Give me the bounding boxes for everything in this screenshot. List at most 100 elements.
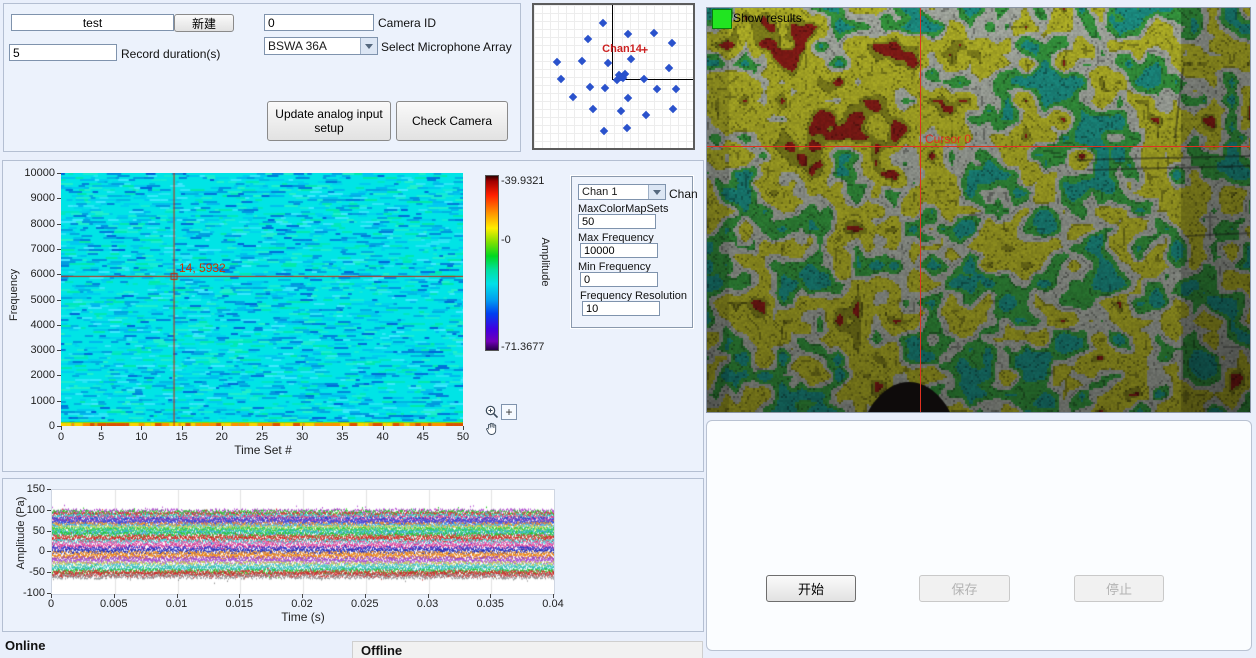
- axis-tick-mark: [101, 426, 102, 430]
- camera-image[interactable]: [707, 8, 1250, 412]
- axis-tick-label: 10: [123, 431, 159, 443]
- axis-tick-mark: [428, 594, 429, 598]
- min-frequency-input[interactable]: [580, 272, 658, 287]
- axis-tick-label: 0.005: [92, 598, 136, 610]
- axis-tick-label: 0: [5, 545, 45, 557]
- mic-position-dot: [553, 58, 561, 66]
- waveform-plot[interactable]: [51, 489, 555, 595]
- axis-tick-label: 4000: [9, 319, 55, 331]
- mic-position-dot: [671, 85, 679, 93]
- axis-tick-mark: [57, 375, 61, 376]
- axis-tick-mark: [57, 300, 61, 301]
- axis-tick-label: 0.04: [531, 598, 575, 610]
- zoom-tool-icon[interactable]: [484, 404, 500, 423]
- mic-cursor-cross-icon: +: [641, 43, 648, 57]
- mic-position-dot: [588, 105, 596, 113]
- maxcolormapsets-input[interactable]: [578, 214, 656, 229]
- axis-tick-label: 3000: [9, 344, 55, 356]
- axis-tick-mark: [553, 594, 554, 598]
- axis-tick-label: 45: [405, 431, 441, 443]
- show-results-label: Show results: [733, 11, 802, 25]
- axis-tick-label: 10000: [9, 167, 55, 179]
- mic-position-dot: [627, 55, 635, 63]
- axis-tick-label: 15: [164, 431, 200, 443]
- colorbar-title: Amplitude: [539, 230, 551, 294]
- record-duration-input[interactable]: [9, 44, 117, 61]
- mic-array-dropdown[interactable]: BSWA 36A: [264, 37, 378, 55]
- waveform-xlabel: Time (s): [263, 610, 343, 624]
- spectrogram-plot[interactable]: [61, 173, 463, 426]
- pan-tool-icon[interactable]: [485, 422, 499, 439]
- axis-tick-label: 50: [5, 525, 45, 537]
- axis-tick-label: 5: [83, 431, 119, 443]
- mic-position-dot: [600, 127, 608, 135]
- channel-value: Chan 1: [579, 185, 648, 199]
- save-button[interactable]: 保存: [919, 575, 1010, 602]
- camera-cursor-label: Cursor 0: [925, 132, 971, 146]
- axis-tick-mark: [57, 401, 61, 402]
- update-analog-input-button[interactable]: Update analog input setup: [267, 101, 391, 141]
- mic-array-label: Select Microphone Array: [381, 40, 512, 54]
- mic-position-dot: [583, 35, 591, 43]
- axis-tick-mark: [463, 426, 464, 430]
- mic-position-dot: [623, 94, 631, 102]
- axis-tick-mark: [47, 572, 51, 573]
- tab-offline-label: Offline: [361, 643, 402, 658]
- tab-online[interactable]: Online: [5, 638, 45, 653]
- axis-tick-mark: [239, 594, 240, 598]
- test-name-input[interactable]: [11, 14, 174, 31]
- axis-tick-label: 0.01: [155, 598, 199, 610]
- check-camera-button[interactable]: Check Camera: [396, 101, 508, 141]
- axis-tick-mark: [47, 489, 51, 490]
- axis-tick-label: 50: [445, 431, 481, 443]
- chevron-down-icon: [648, 185, 665, 199]
- stop-button[interactable]: 停止: [1074, 575, 1164, 602]
- axis-tick-label: 0.015: [217, 598, 261, 610]
- start-button[interactable]: 开始: [766, 575, 856, 602]
- setup-panel: 新建 Record duration(s) Camera ID BSWA 36A…: [3, 3, 521, 152]
- axis-tick-label: 5000: [9, 294, 55, 306]
- axis-tick-mark: [222, 426, 223, 430]
- camera-view[interactable]: Cursor 0 Show results: [706, 7, 1251, 413]
- camera-cursor-vline[interactable]: [920, 8, 921, 412]
- axis-tick-mark: [182, 426, 183, 430]
- frequency-resolution-input[interactable]: [582, 301, 660, 316]
- channel-dropdown[interactable]: Chan 1: [578, 184, 666, 200]
- mic-position-dot: [664, 64, 672, 72]
- colorbar-max-label: -39.9321: [501, 175, 544, 187]
- axis-tick-mark: [262, 426, 263, 430]
- mic-position-dot: [667, 39, 675, 47]
- show-results-checkbox[interactable]: [712, 9, 732, 29]
- max-frequency-input[interactable]: [580, 243, 658, 258]
- axis-tick-label: 0.035: [468, 598, 512, 610]
- colorbar-mid-label: -0: [501, 234, 511, 246]
- axis-tick-label: 30: [284, 431, 320, 443]
- channel-label: Chan: [669, 187, 698, 201]
- axis-tick-label: 1000: [9, 395, 55, 407]
- spectrogram-xlabel: Time Set #: [223, 443, 303, 457]
- mic-position-dot: [617, 107, 625, 115]
- axis-tick-mark: [302, 426, 303, 430]
- axis-tick-label: 7000: [9, 243, 55, 255]
- axis-tick-label: 0: [29, 598, 73, 610]
- mic-array-value: BSWA 36A: [265, 38, 360, 54]
- camera-cursor-hline[interactable]: [707, 146, 1250, 147]
- camera-id-label: Camera ID: [378, 16, 436, 30]
- mic-position-dot: [569, 93, 577, 101]
- record-control-panel: 开始 保存 停止: [706, 420, 1252, 651]
- mic-array-plot[interactable]: Chan14 +: [532, 3, 695, 150]
- mic-position-dot: [650, 29, 658, 37]
- axis-tick-mark: [51, 594, 52, 598]
- camera-id-input[interactable]: [264, 14, 374, 31]
- mic-position-dot: [642, 111, 650, 119]
- cursor-tool-icon[interactable]: +: [501, 404, 517, 420]
- axis-tick-mark: [57, 198, 61, 199]
- axis-tick-mark: [61, 426, 62, 430]
- new-button[interactable]: 新建: [174, 14, 234, 32]
- mic-cursor-label: Chan14: [602, 43, 642, 55]
- waveform-panel: Amplitude (Pa) Time (s) 150100500-50-100…: [2, 478, 704, 632]
- axis-tick-mark: [302, 594, 303, 598]
- axis-tick-label: 20: [204, 431, 240, 443]
- axis-tick-label: 25: [244, 431, 280, 443]
- tab-offline[interactable]: Offline: [352, 641, 703, 658]
